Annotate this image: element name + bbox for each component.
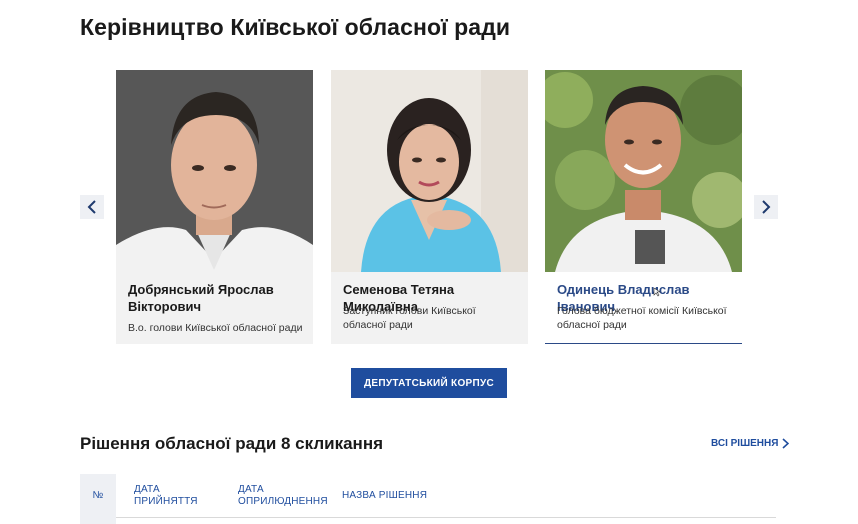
deputies-button[interactable]: ДЕПУТАТСЬКИЙ КОРПУС xyxy=(351,368,507,398)
table-row xyxy=(80,518,116,524)
leader-card[interactable]: Семенова Тетяна Миколаївна Заступник гол… xyxy=(331,70,528,344)
chevron-left-icon xyxy=(87,200,96,214)
all-decisions-label: ВСІ РІШЕННЯ xyxy=(711,438,779,449)
leader-role: В.о. голови Київської обласної ради xyxy=(128,322,303,334)
column-number[interactable]: № xyxy=(80,474,116,518)
leader-photo xyxy=(116,70,313,272)
leader-role: Заступник голови Київської обласної ради xyxy=(343,305,476,331)
leader-card[interactable]: Добрянський Ярослав Вікторович В.о. голо… xyxy=(116,70,313,344)
column-publication-date[interactable]: ДАТА ОПРИЛЮДНЕННЯ xyxy=(238,484,328,508)
carousel-next-button[interactable] xyxy=(754,195,778,219)
leadership-title: Керівництво Київської обласної ради xyxy=(80,14,511,40)
all-decisions-link[interactable]: ВСІ РІШЕННЯ xyxy=(711,438,790,449)
carousel-prev-button[interactable] xyxy=(80,195,104,219)
leader-photo xyxy=(545,70,742,272)
decisions-table-header: № ДАТА ПРИЙНЯТТЯ ДАТА ОПРИЛЮДНЕННЯ НАЗВА… xyxy=(80,474,776,518)
mouse-cursor-icon xyxy=(653,287,661,297)
chevron-right-icon xyxy=(762,200,771,214)
leader-name: Добрянський Ярослав Вікторович xyxy=(128,282,274,314)
leader-role: Голова бюджетної комісії Київської облас… xyxy=(557,305,727,331)
page: Керівництво Київської обласної ради Добр… xyxy=(0,0,858,524)
chevron-right-icon xyxy=(782,438,790,449)
column-adoption-date[interactable]: ДАТА ПРИЙНЯТТЯ xyxy=(134,484,214,508)
decisions-title: Рішення обласної ради 8 скликання xyxy=(80,434,384,453)
leader-photo xyxy=(331,70,528,272)
leader-card[interactable]: Одинець Владислав Іванович Голова бюджет… xyxy=(545,70,742,344)
column-decision-name[interactable]: НАЗВА РІШЕННЯ xyxy=(342,490,462,502)
